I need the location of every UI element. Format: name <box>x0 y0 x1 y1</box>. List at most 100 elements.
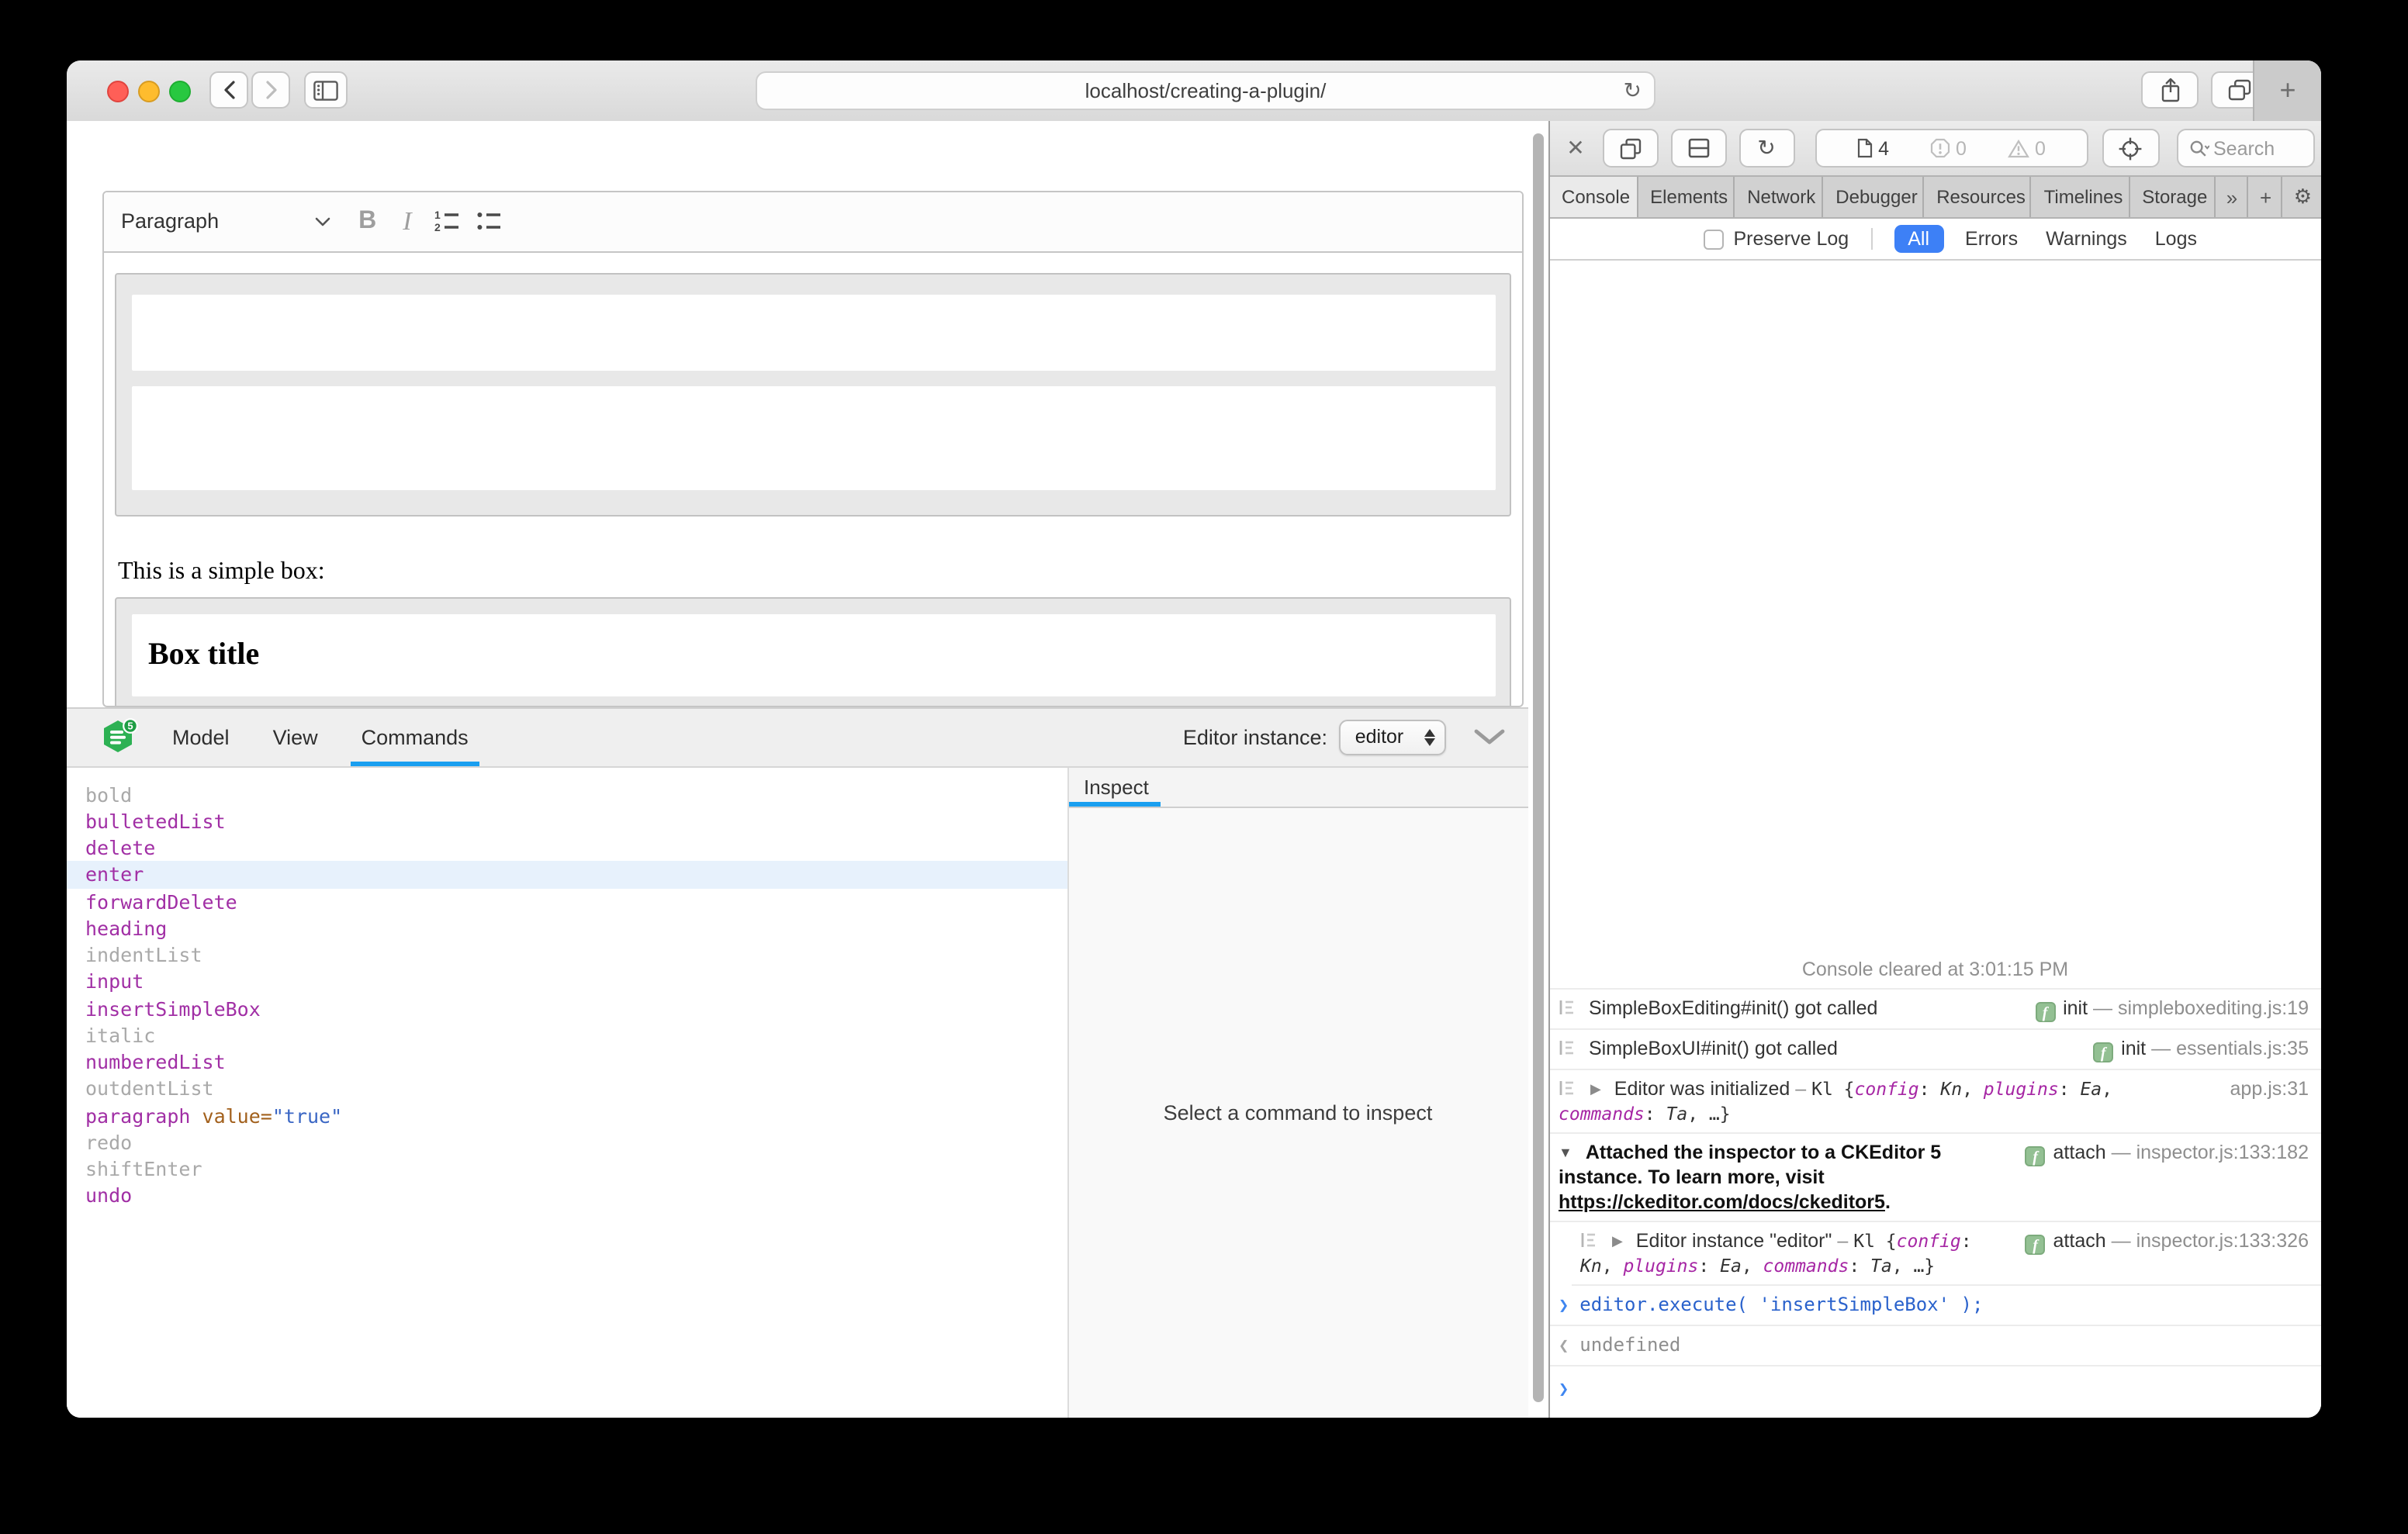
command-item-redo[interactable]: redo <box>67 1129 1067 1156</box>
italic-button[interactable]: I <box>403 206 411 237</box>
tab-overview-icon <box>2228 79 2251 101</box>
minimize-window-button[interactable] <box>138 81 160 102</box>
bold-button[interactable]: B <box>358 207 376 235</box>
forward-icon <box>267 82 275 98</box>
source-location[interactable]: app.js:31 <box>2230 1078 2309 1100</box>
command-item-input[interactable]: input <box>67 969 1067 996</box>
console-log-row[interactable]: finit — essentials.js:35 Editor was init… <box>1549 1030 2321 1070</box>
reload-icon[interactable]: ↻ <box>1624 78 1642 104</box>
tab-commands[interactable]: Commands <box>362 708 469 765</box>
devtools-tab-elements[interactable]: Elements <box>1638 177 1735 217</box>
command-item-bulletedList[interactable]: bulletedList <box>67 808 1067 835</box>
devtools-reload-button[interactable]: ↻ <box>1739 129 1794 168</box>
editor-toolbar: Paragraph B I 1 2 <box>104 192 1522 252</box>
command-item-delete[interactable]: delete <box>67 834 1067 862</box>
command-item-paragraph[interactable]: paragraph value="true" <box>67 1102 1067 1129</box>
address-bar[interactable]: localhost/creating-a-plugin/ ↻ <box>756 71 1656 110</box>
simple-box-widget-selected[interactable] <box>115 273 1511 516</box>
inspector-collapse-button[interactable] <box>1473 729 1504 745</box>
devtools-dock-button[interactable] <box>1602 129 1658 168</box>
element-picker-button[interactable] <box>2102 129 2159 168</box>
command-item-forwardDelete[interactable]: forwardDelete <box>67 888 1067 915</box>
source-location[interactable]: inspector.js:133:182 <box>2136 1142 2309 1163</box>
forward-button[interactable] <box>251 71 290 109</box>
add-tab-button[interactable]: + <box>2249 177 2283 217</box>
simple-box-title-field[interactable] <box>131 294 1495 371</box>
back-icon <box>225 82 233 98</box>
prompt-icon: ❯ <box>1559 1295 1569 1315</box>
tab-inspect[interactable]: Inspect <box>1068 775 1149 798</box>
devtools-tab-storage[interactable]: Storage <box>2129 177 2216 217</box>
preserve-log-label[interactable]: Preserve Log <box>1734 228 1849 250</box>
plus-icon: + <box>2260 185 2271 209</box>
source-location[interactable]: essentials.js:35 <box>2176 1038 2309 1059</box>
console-log-row[interactable]: fattach — inspector.js:133:182 ▼ Attache… <box>1549 1134 2321 1222</box>
console-filter-warnings[interactable]: Warnings <box>2046 228 2127 250</box>
devtools-status-group[interactable]: 4 0 <box>1815 129 2088 168</box>
devtools-search-field[interactable]: Search <box>2176 129 2314 168</box>
command-item-heading[interactable]: heading <box>67 915 1067 942</box>
devtools-tab-console[interactable]: Console <box>1549 177 1638 217</box>
console-filter-errors[interactable]: Errors <box>1965 228 2018 250</box>
console-input-row[interactable]: ❯ <box>1549 1366 2321 1418</box>
expand-caret-icon[interactable]: ▶ <box>1590 1081 1601 1097</box>
zoom-window-button[interactable] <box>169 81 191 102</box>
command-item-undo[interactable]: undo <box>67 1183 1067 1210</box>
editor-paragraph[interactable]: This is a simple box: <box>118 558 325 586</box>
editor-instance-select[interactable]: editor <box>1338 719 1445 755</box>
devtools-tab-resources[interactable]: Resources <box>1924 177 2031 217</box>
share-button[interactable] <box>2141 71 2199 109</box>
command-item-italic[interactable]: italic <box>67 1022 1067 1049</box>
simple-box-description-field[interactable] <box>131 386 1495 489</box>
console-filter-all[interactable]: All <box>1894 225 1943 253</box>
preserve-log-checkbox[interactable] <box>1704 229 1725 249</box>
command-item-numberedList[interactable]: numberedList <box>67 1049 1067 1076</box>
devtools-toolbar: ✕ ↻ <box>1549 121 2321 177</box>
bulleted-list-button[interactable] <box>477 209 503 233</box>
tab-view[interactable]: View <box>273 708 318 765</box>
web-inspector: ✕ ↻ <box>1548 121 2321 1418</box>
function-badge-icon: f <box>2026 1235 2046 1255</box>
sidebar-toggle-button[interactable] <box>304 71 348 109</box>
console-filter-logs[interactable]: Logs <box>2155 228 2197 250</box>
expand-caret-icon[interactable]: ▶ <box>1612 1233 1623 1249</box>
console-log-row-nested[interactable]: fattach — inspector.js:133:326 ▶ Editor … <box>1571 1222 2321 1286</box>
log-icon <box>1559 1080 1574 1097</box>
numbered-list-button[interactable]: 1 2 <box>435 209 462 233</box>
collapse-caret-icon[interactable]: ▼ <box>1559 1145 1572 1160</box>
command-item-indentList[interactable]: indentList <box>67 941 1067 969</box>
function-badge-icon: f <box>2026 1146 2046 1166</box>
tab-model[interactable]: Model <box>172 708 230 765</box>
page-scrollbar[interactable] <box>1532 133 1543 1402</box>
settings-tab-button[interactable]: ⚙ <box>2283 177 2321 217</box>
console-log-row[interactable]: app.js:31 ▶ Editor was initialized – Kl … <box>1549 1070 2321 1134</box>
devtools-close-button[interactable]: ✕ <box>1563 135 1588 161</box>
numbered-list-icon: 1 2 <box>435 209 462 233</box>
command-item-bold[interactable]: bold <box>67 781 1067 808</box>
command-item-outdentList[interactable]: outdentList <box>67 1076 1067 1103</box>
source-location[interactable]: inspector.js:133:326 <box>2136 1230 2309 1252</box>
command-item-shiftEnter[interactable]: shiftEnter <box>67 1156 1067 1183</box>
tab-overflow-button[interactable]: » <box>2216 177 2249 217</box>
paragraph-dropdown[interactable]: Paragraph <box>121 209 219 233</box>
devtools-split-button[interactable] <box>1670 129 1726 168</box>
console-eval-row[interactable]: ❯editor.execute( 'insertSimpleBox' ); <box>1549 1286 2321 1326</box>
simple-box-title-field[interactable]: Box title <box>131 614 1495 696</box>
console-result-row[interactable]: ❮undefined <box>1549 1326 2321 1366</box>
source-location[interactable]: simpleboxediting.js:19 <box>2118 997 2309 1019</box>
back-button[interactable] <box>209 71 248 109</box>
console-log-row[interactable]: finit — simpleboxediting.js:19 SimpleBox… <box>1549 990 2321 1030</box>
simple-box-widget[interactable]: Box title <box>115 597 1511 707</box>
command-item-insertSimpleBox[interactable]: insertSimpleBox <box>67 995 1067 1022</box>
devtools-tab-network[interactable]: Network <box>1735 177 1823 217</box>
inspector-tabs: Model View Commands <box>172 708 469 765</box>
devtools-tab-debugger[interactable]: Debugger <box>1823 177 1924 217</box>
close-window-button[interactable] <box>107 81 129 102</box>
log-message: Attached the inspector to a CKEditor 5 i… <box>1559 1142 1941 1188</box>
new-tab-button[interactable]: + <box>2253 60 2321 121</box>
console-link[interactable]: https://ckeditor.com/docs/ckeditor5 <box>1559 1191 1885 1213</box>
url-text: localhost/creating-a-plugin/ <box>1085 79 1327 102</box>
devtools-tab-timelines[interactable]: Timelines <box>2032 177 2130 217</box>
dropdown-chevron-icon[interactable] <box>315 216 330 226</box>
command-item-enter[interactable]: enter <box>67 862 1067 889</box>
